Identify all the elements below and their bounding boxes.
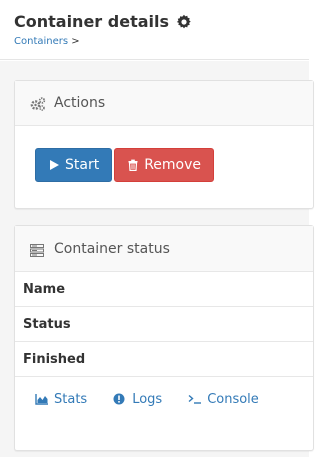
trash-icon: [127, 159, 139, 172]
breadcrumb-separator: >: [71, 36, 80, 47]
actions-panel-heading: Actions: [15, 81, 313, 126]
actions-panel-title: Actions: [54, 95, 106, 111]
container-status-panel-heading: Container status: [15, 226, 313, 272]
row-label-status: Status: [23, 316, 71, 332]
start-button-label: Start: [65, 157, 100, 173]
breadcrumb: Containers >: [14, 36, 80, 47]
row-label-finished: Finished: [23, 351, 86, 367]
container-links: Stats Logs Console: [15, 377, 313, 421]
exclamation-circle-icon: [113, 393, 127, 405]
stats-link[interactable]: Stats: [35, 392, 87, 407]
page-header: Container details Containers >: [0, 0, 309, 60]
remove-button[interactable]: Remove: [114, 148, 215, 182]
container-status-panel-title: Container status: [54, 240, 170, 257]
status-table: Name Status Finished: [15, 272, 313, 377]
logs-link-label: Logs: [132, 391, 163, 407]
play-icon: [48, 159, 60, 171]
page-title-text: Container details: [14, 12, 169, 31]
page-title: Container details: [14, 12, 192, 31]
terminal-icon: [188, 393, 202, 405]
remove-button-label: Remove: [144, 157, 202, 173]
container-status-panel: Container status Name Status Finished St…: [14, 225, 314, 451]
stats-link-label: Stats: [54, 391, 88, 407]
start-button[interactable]: Start: [35, 148, 113, 182]
table-row: Finished: [15, 342, 313, 377]
table-row: Name: [15, 272, 313, 307]
server-icon: [30, 242, 46, 257]
actions-panel-body: Start Remove: [15, 126, 313, 208]
console-link-label: Console: [207, 391, 259, 407]
area-chart-icon: [35, 393, 49, 405]
gear-icon: [176, 14, 192, 30]
row-label-name: Name: [23, 281, 66, 297]
console-link[interactable]: Console: [188, 392, 259, 407]
cogs-icon: [30, 96, 46, 111]
breadcrumb-link-containers[interactable]: Containers: [14, 36, 68, 47]
logs-link[interactable]: Logs: [113, 392, 162, 407]
table-row: Status: [15, 307, 313, 342]
actions-panel: Actions Start Remove: [14, 80, 314, 209]
